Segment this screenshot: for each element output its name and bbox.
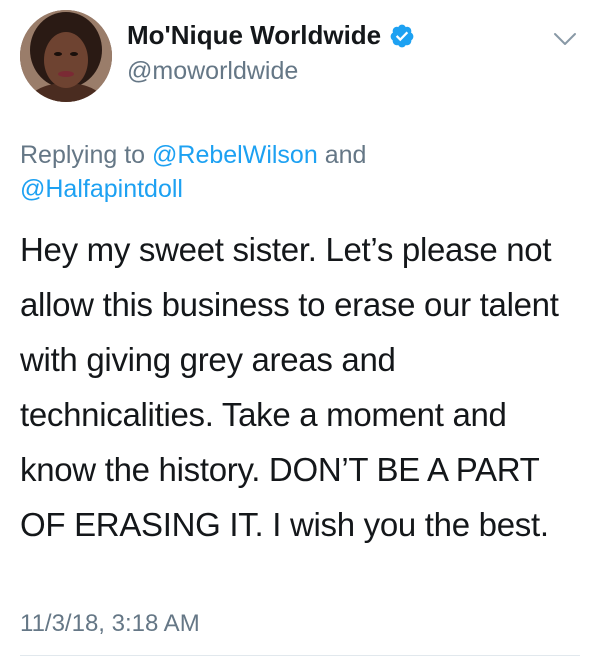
- display-name[interactable]: Mo'Nique Worldwide: [127, 20, 415, 51]
- verified-badge-icon: [390, 24, 414, 47]
- reply-joiner: and: [317, 141, 367, 169]
- timestamp[interactable]: 11/3/18, 3:18 AM: [20, 610, 200, 638]
- chevron-down-icon[interactable]: [552, 30, 578, 48]
- handle[interactable]: @moworldwide: [127, 57, 298, 86]
- divider: [20, 655, 580, 656]
- mention-link-halfapintdoll[interactable]: @Halfapintdoll: [20, 175, 183, 203]
- tweet-text: Hey my sweet sister. Let’s please not al…: [20, 231, 559, 543]
- mention-link-rebelwilson[interactable]: @RebelWilson: [152, 141, 318, 169]
- reply-context: Replying to @RebelWilson and @Halfapintd…: [20, 138, 580, 206]
- reply-prefix: Replying to: [20, 141, 153, 169]
- display-name-text: Mo'Nique Worldwide: [127, 20, 382, 50]
- avatar[interactable]: [20, 10, 112, 102]
- tweet-card: Mo'Nique Worldwide @moworldwide Replying…: [0, 0, 600, 662]
- avatar-image: [20, 10, 112, 102]
